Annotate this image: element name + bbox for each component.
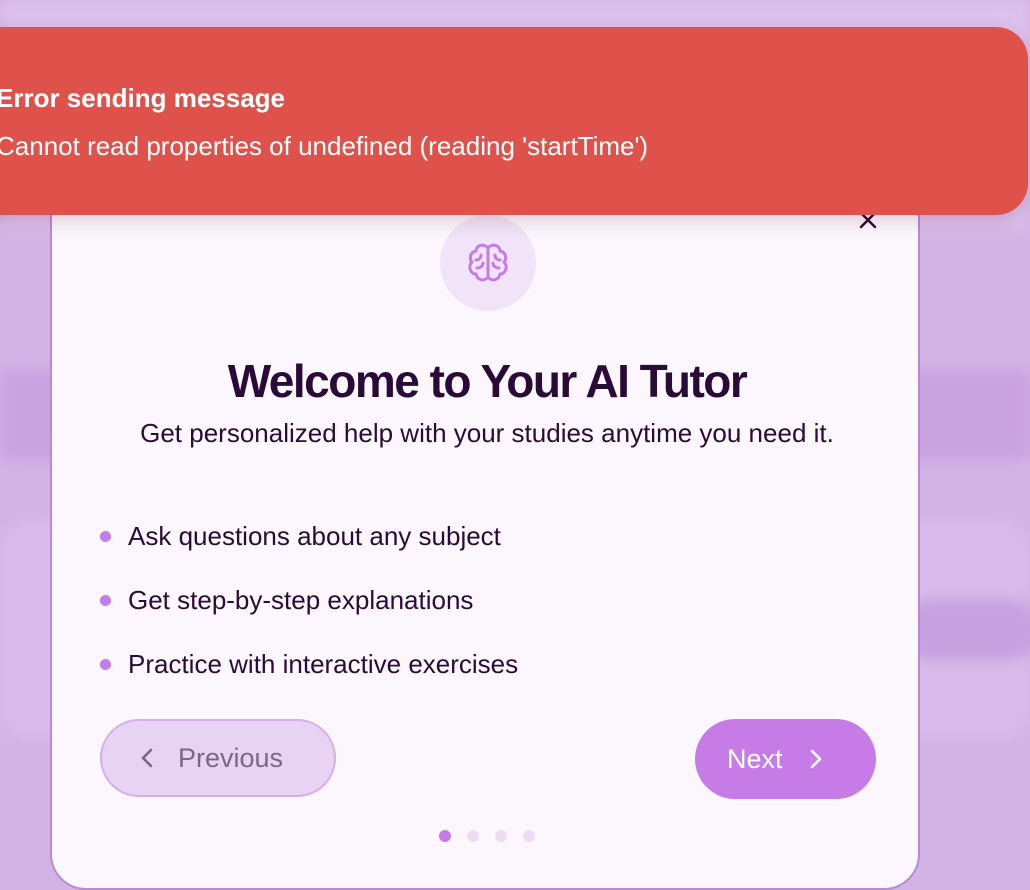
modal-subtitle: Get personalized help with your studies …: [140, 418, 834, 448]
brain-icon: [468, 243, 508, 282]
step-dot-1[interactable]: [439, 830, 451, 842]
previous-button[interactable]: Previous: [100, 719, 336, 797]
feature-item: Get step-by-step explanations: [100, 568, 518, 632]
bullet-dot: [100, 530, 111, 542]
previous-label: Previous: [178, 742, 284, 773]
feature-label: Practice with interactive exercises: [128, 648, 519, 679]
brain-icon-badge: [440, 215, 536, 311]
modal-title: Welcome to Your AI Tutor: [227, 355, 748, 407]
chevron-left-icon: [140, 747, 154, 769]
error-toast[interactable]: Error sending message Cannot read proper…: [0, 27, 1028, 215]
next-label: Next: [727, 743, 783, 774]
feature-item: Practice with interactive exercises: [100, 632, 518, 696]
step-indicator: [439, 830, 535, 842]
toast-title: Error sending message: [0, 83, 285, 113]
step-dot-4[interactable]: [523, 830, 535, 842]
toast-message: Cannot read properties of undefined (rea…: [0, 131, 649, 161]
next-button[interactable]: Next: [695, 719, 876, 799]
chevron-right-icon: [809, 748, 823, 770]
step-dot-3[interactable]: [495, 830, 507, 842]
feature-label: Ask questions about any subject: [128, 520, 501, 551]
feature-list: Ask questions about any subject Get step…: [100, 504, 518, 696]
feature-item: Ask questions about any subject: [100, 504, 518, 568]
step-dot-2[interactable]: [467, 830, 479, 842]
bullet-dot: [100, 658, 111, 670]
feature-label: Get step-by-step explanations: [128, 584, 474, 615]
onboarding-modal: Welcome to Your AI Tutor Get personalize…: [50, 150, 920, 890]
bullet-dot: [100, 594, 111, 606]
